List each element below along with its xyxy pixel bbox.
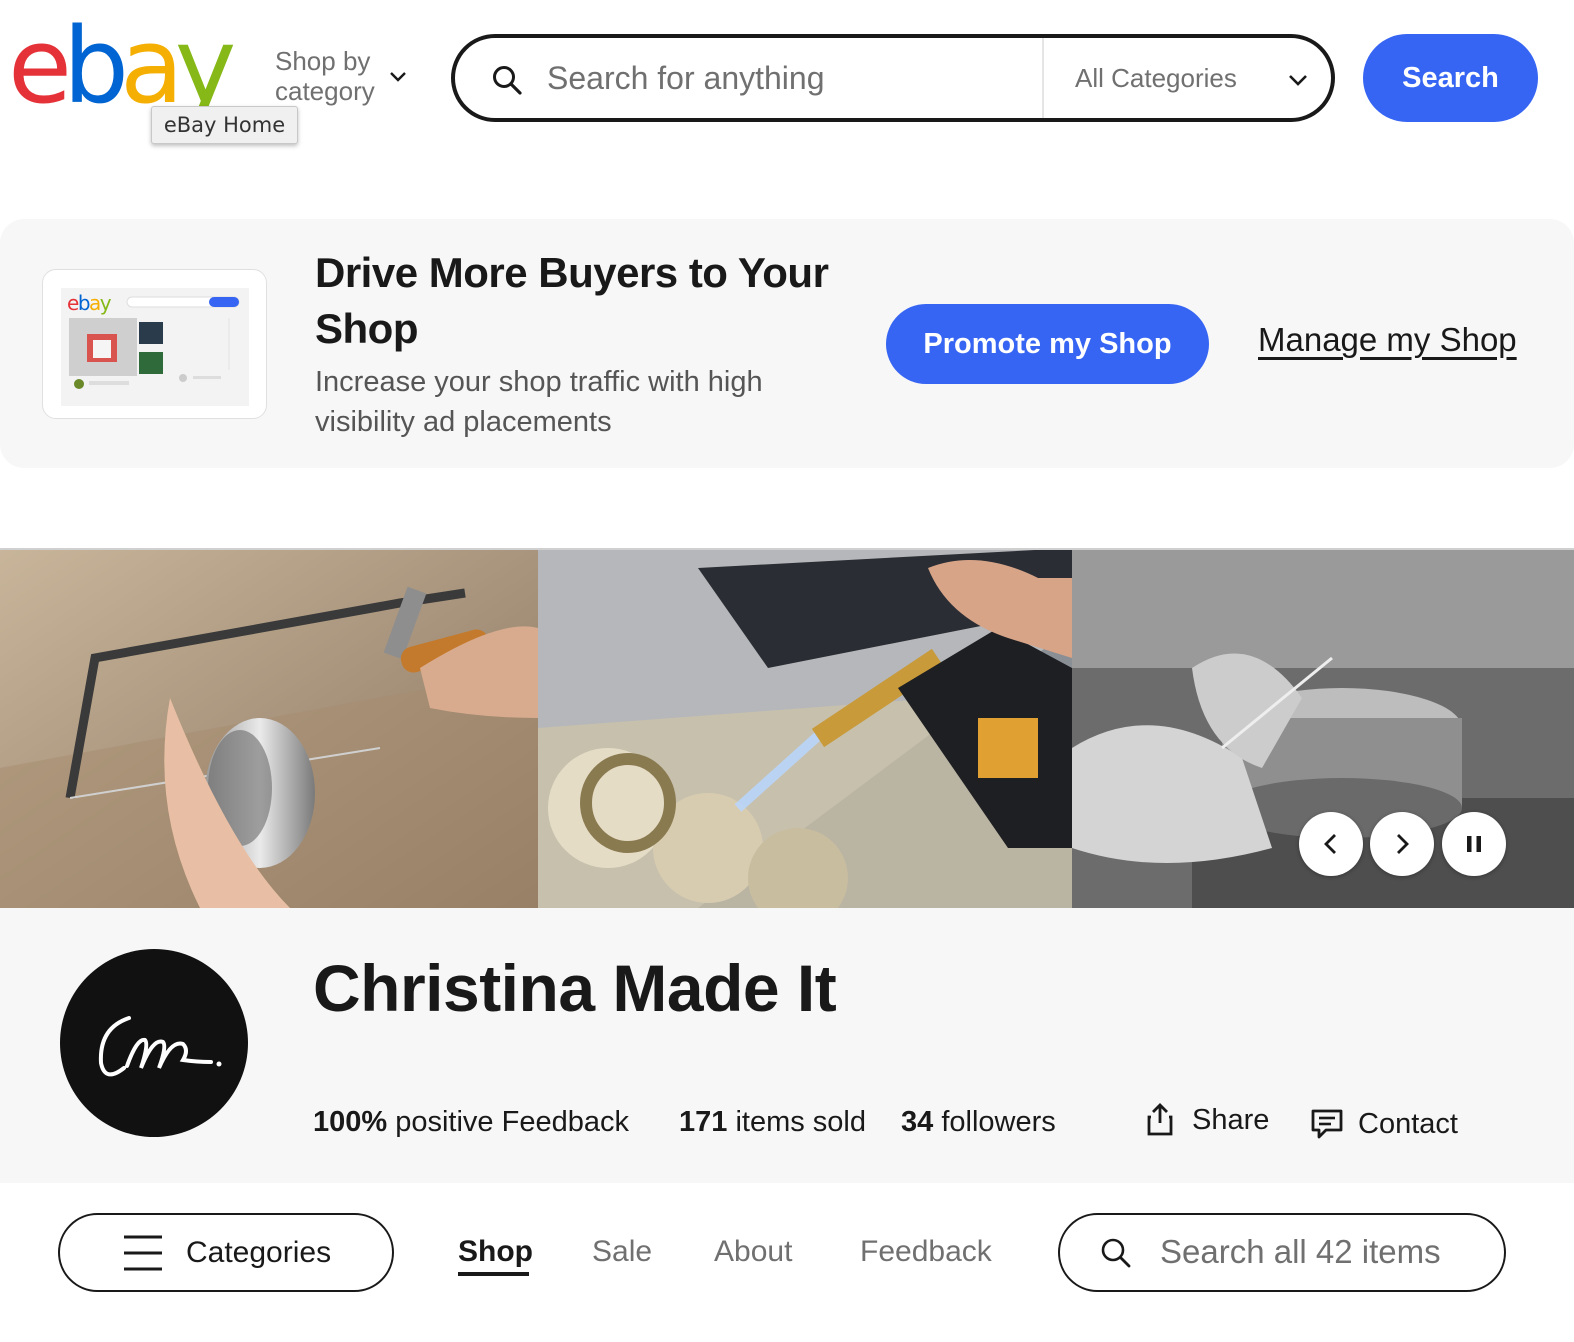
share-label: Share <box>1192 1103 1270 1136</box>
promo-title: Drive More Buyers to Your Shop <box>315 249 829 352</box>
shop-name: Christina Made It <box>313 951 837 1025</box>
carousel-pause-button[interactable] <box>1442 812 1506 876</box>
items-sold-stat: 171 items sold <box>679 1104 866 1140</box>
contact-label: Contact <box>1358 1107 1458 1140</box>
chevron-left-icon <box>1324 834 1336 854</box>
shop-logo-signature <box>98 1016 222 1077</box>
followers-stat: 34 followers <box>901 1104 1056 1140</box>
tab-shop[interactable]: Shop <box>458 1232 533 1272</box>
ebay-logo[interactable]: ebay <box>8 14 236 118</box>
menu-icon <box>124 1235 162 1270</box>
feedback-stat[interactable]: 100% positive Feedback <box>313 1104 629 1140</box>
promo-subtitle: Increase your shop traffic with high vis… <box>315 366 763 438</box>
categories-label: Categories <box>186 1235 332 1269</box>
followers-value: 34 <box>901 1106 934 1138</box>
items-sold-label: items sold <box>735 1106 866 1138</box>
search-bar: All Categories <box>451 34 1335 122</box>
chevron-right-icon <box>1397 834 1409 854</box>
carousel-prev-button[interactable] <box>1299 812 1363 876</box>
manage-shop-link[interactable]: Manage my Shop <box>1258 321 1517 359</box>
category-select-label: All Categories <box>1075 62 1237 93</box>
search-divider <box>1042 38 1044 118</box>
category-select[interactable]: All Categories <box>1075 38 1315 118</box>
promo-banner: ebay Drive More Buyers to Your Shop Incr… <box>0 219 1574 468</box>
feedback-value: 100% <box>313 1106 388 1138</box>
contact-button[interactable]: Contact <box>1310 1104 1458 1144</box>
active-tab-indicator <box>458 1272 529 1276</box>
pause-icon <box>1467 836 1481 852</box>
search-input[interactable] <box>545 52 1035 104</box>
shop-preview-illustration: ebay <box>61 288 249 406</box>
followers-label: followers <box>941 1106 1056 1138</box>
search-button[interactable]: Search <box>1363 34 1538 122</box>
promote-shop-button[interactable]: Promote my Shop <box>886 304 1209 384</box>
feedback-label: positive Feedback <box>395 1106 629 1138</box>
logo-tooltip: eBay Home <box>151 106 298 144</box>
chevron-down-icon <box>1289 75 1307 86</box>
items-sold-value: 171 <box>679 1106 728 1138</box>
chat-icon <box>1311 1109 1343 1139</box>
hero-top-border <box>0 548 1574 550</box>
share-button[interactable]: Share <box>1146 1100 1269 1140</box>
tab-feedback[interactable]: Feedback <box>860 1232 992 1272</box>
carousel-next-button[interactable] <box>1370 812 1434 876</box>
search-icon <box>493 66 522 95</box>
promo-thumbnail: ebay <box>42 269 267 419</box>
tab-about[interactable]: About <box>714 1232 792 1272</box>
shop-search-placeholder: Search all 42 items <box>1160 1233 1441 1270</box>
chevron-down-icon <box>390 72 406 82</box>
hero-image-torch <box>538 548 1072 908</box>
tab-sale[interactable]: Sale <box>592 1232 652 1272</box>
search-icon <box>1101 1238 1131 1268</box>
categories-button[interactable]: Categories <box>58 1213 394 1292</box>
svg-text:ebay: ebay <box>67 291 112 315</box>
shop-avatar <box>60 949 248 1137</box>
shop-search-input[interactable]: Search all 42 items <box>1058 1213 1506 1292</box>
hero-image-sawing <box>0 548 538 908</box>
share-icon <box>1147 1103 1173 1136</box>
